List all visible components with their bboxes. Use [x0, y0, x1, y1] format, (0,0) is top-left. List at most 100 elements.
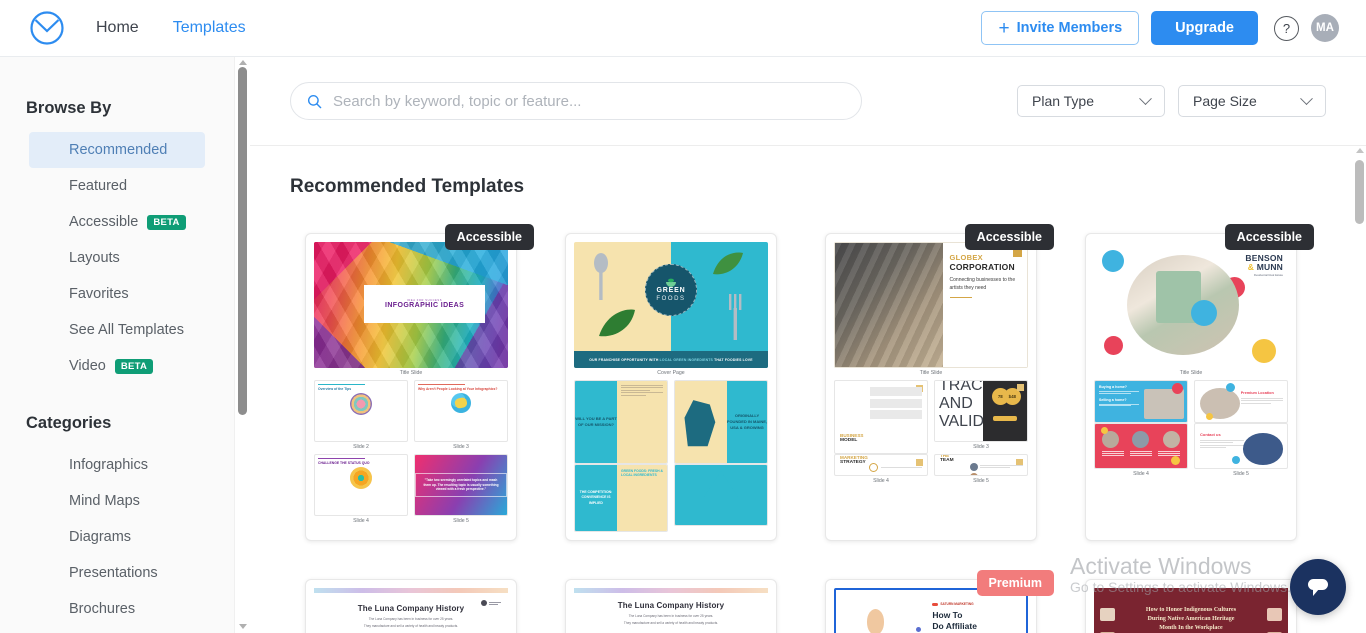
sidebar-scrollbar[interactable]: [234, 57, 249, 633]
green-foods-logo: GREEN FOODS: [645, 263, 697, 316]
brand-kicker: GLOBEX: [949, 253, 983, 262]
sidebar-item-layouts[interactable]: Layouts: [29, 240, 205, 276]
title-line-2: Do Affiliate: [932, 621, 977, 632]
chat-bubble-icon[interactable]: [1290, 559, 1346, 615]
gradient-bar: [574, 588, 768, 594]
sidebar-item-label: Accessible: [69, 214, 139, 230]
mini-slide: BUSINESS MODEL: [834, 380, 928, 454]
hero-title-plate: IDEA FOR SUCCESS INFOGRAPHIC IDEAS: [364, 284, 485, 323]
main-scrollbar[interactable]: [1353, 146, 1366, 633]
sidebar-item-brochures[interactable]: Brochures: [29, 591, 205, 627]
sidebar-item-presentations[interactable]: Presentations: [29, 555, 205, 591]
banner-part-a: OUR FRANCHISE OPPORTUNITY WITH: [589, 357, 660, 362]
sidebar-item-label: Layouts: [69, 250, 120, 266]
spoon-icon: [593, 253, 608, 301]
status-badge: Premium: [976, 570, 1054, 597]
title-line-1: How To: [932, 610, 963, 621]
logo-mark-icon: [481, 600, 487, 607]
slide-label: [574, 532, 668, 538]
banner-part-b: LOCAL GREEN INGREDIENTS: [659, 357, 713, 362]
interior-photo: [1126, 254, 1240, 356]
mini-slide-heading: STRATEGY: [840, 460, 866, 465]
help-icon[interactable]: ?: [1274, 15, 1299, 41]
page-size-filter[interactable]: Page Size: [1178, 85, 1326, 117]
title-line-2: During Native American Heritage: [1147, 615, 1235, 622]
plan-type-filter[interactable]: Plan Type: [1017, 85, 1165, 117]
caret-up-icon[interactable]: [1356, 148, 1364, 153]
slide-label: Title Slide: [1179, 370, 1203, 376]
mini-slide: [1094, 423, 1188, 469]
mini-slide-heading: ORIGINALLY FOUNDED IN MAINE, USA & GROWI…: [727, 412, 767, 431]
brand-subtitle: Connecting businesses to the artists the…: [949, 277, 1016, 291]
template-card[interactable]: Premium SATURN MARKETING How To Do Affil…: [825, 570, 1054, 633]
mini-slides-grid: BUSINESS MODEL Slide 2 TRACTION AND VALI…: [834, 380, 1028, 484]
template-card[interactable]: How to Honor Indigenous Cultures During …: [1085, 579, 1297, 633]
mini-slide: CHALLENGE THE STATUS QUO: [314, 454, 408, 516]
search-input[interactable]: [333, 92, 845, 110]
main-scrollbar-thumb[interactable]: [1355, 160, 1364, 224]
mini-slide: Premium Location: [1194, 380, 1288, 424]
mini-slides-grid: Buying a home? Selling a home? Slide 2: [1094, 380, 1288, 477]
avatar-thumb: [1100, 608, 1115, 622]
sidebar-scrollbar-thumb[interactable]: [238, 67, 247, 415]
sidebar-item-label: Featured: [69, 178, 128, 194]
sidebar-item-mind-maps[interactable]: Mind Maps: [29, 483, 205, 519]
search-box[interactable]: [290, 82, 862, 120]
visme-logo-icon[interactable]: [28, 9, 66, 47]
template-card[interactable]: The Luna Company History The Luna Compan…: [305, 579, 517, 633]
brand-label: SATURN MARKETING: [940, 602, 974, 607]
slide-label: Slide 5: [1233, 470, 1249, 477]
mini-slides-grid: Overview of the Tips Slide 2 Why Aren't …: [314, 380, 508, 528]
template-card[interactable]: Accessible GLOBEX CORPORATION Connecting…: [825, 224, 1054, 542]
template-card[interactable]: The Luna Company History The Luna Compan…: [565, 579, 777, 633]
page-size-label: Page Size: [1193, 93, 1257, 109]
nav-link-home[interactable]: Home: [96, 19, 139, 37]
caret-up-icon[interactable]: [239, 60, 247, 65]
status-badge: Accessible: [964, 224, 1054, 250]
nav-right-actions: + Invite Members Upgrade ? MA: [981, 11, 1339, 45]
template-card[interactable]: Accessible BENSON & MUNN Residential Rea…: [1085, 224, 1314, 542]
infographic-subtitle: They manufacture and sell a variety of h…: [623, 620, 719, 625]
sidebar-item-featured[interactable]: Featured: [29, 168, 205, 204]
sidebar-item-label: Mind Maps: [69, 493, 140, 509]
mini-slide-heading: Buying a home?: [1099, 385, 1127, 389]
avatar[interactable]: MA: [1311, 14, 1339, 42]
decorative-dot: [1191, 299, 1217, 326]
slide-label: Slide 3: [973, 444, 989, 450]
sidebar-item-favorites[interactable]: Favorites: [29, 276, 205, 312]
meeting-photo: [835, 243, 943, 367]
chevron-down-icon: [1139, 91, 1152, 105]
mini-slide: THE TEAM: [934, 454, 1028, 476]
sidebar-item-see-all-templates[interactable]: See All Templates: [29, 312, 205, 348]
slide-label: Cover Page: [657, 370, 685, 376]
fork-icon: [728, 294, 741, 341]
template-hero-slide: GLOBEX CORPORATION Connecting businesses…: [834, 242, 1028, 368]
hero-title: INFOGRAPHIC IDEAS: [385, 301, 465, 309]
template-card[interactable]: GREEN FOODS OUR FRANCHISE OPPORTUNITY WI…: [565, 233, 777, 542]
sidebar-heading-browse-by: Browse By: [26, 99, 112, 117]
sidebar-item-recommended[interactable]: Recommended: [29, 132, 205, 168]
nav-link-templates[interactable]: Templates: [173, 19, 246, 37]
slide-label: [674, 526, 768, 532]
sidebar-item-infographics[interactable]: Infographics: [29, 447, 205, 483]
mini-slide: ORIGINALLY FOUNDED IN MAINE, USA & GROWI…: [674, 380, 768, 465]
top-navigation-bar: Home Templates + Invite Members Upgrade …: [0, 0, 1366, 57]
template-hero-slide: IDEA FOR SUCCESS INFOGRAPHIC IDEAS: [314, 242, 508, 368]
search-icon: [307, 94, 322, 109]
infographic-title: The Luna Company History: [617, 601, 725, 611]
upgrade-button[interactable]: Upgrade: [1151, 11, 1258, 45]
mini-slide-heading: CHALLENGE THE STATUS QUO: [318, 461, 370, 466]
caret-down-icon[interactable]: [239, 624, 247, 629]
mini-slide-heading: Selling a home?: [1099, 397, 1127, 402]
decorative-dot: [1101, 249, 1124, 272]
infographic-subtitle: They manufacture and sell a variety of h…: [363, 623, 459, 628]
sidebar-item-accessible[interactable]: Accessible BETA: [29, 204, 205, 240]
invite-members-button[interactable]: + Invite Members: [981, 11, 1140, 45]
sidebar-item-video[interactable]: Video BETA: [29, 348, 205, 384]
sidebar-item-diagrams[interactable]: Diagrams: [29, 519, 205, 555]
slide-label: Slide 4: [353, 518, 369, 524]
template-card[interactable]: Accessible IDEA FOR SUCCESS INFOGRAPHIC …: [305, 224, 534, 542]
decorative-dot: [1103, 336, 1123, 356]
mini-slide: Why Aren't People Looking at Your Infogr…: [414, 380, 508, 442]
brand-line-1: GREEN: [656, 287, 686, 295]
